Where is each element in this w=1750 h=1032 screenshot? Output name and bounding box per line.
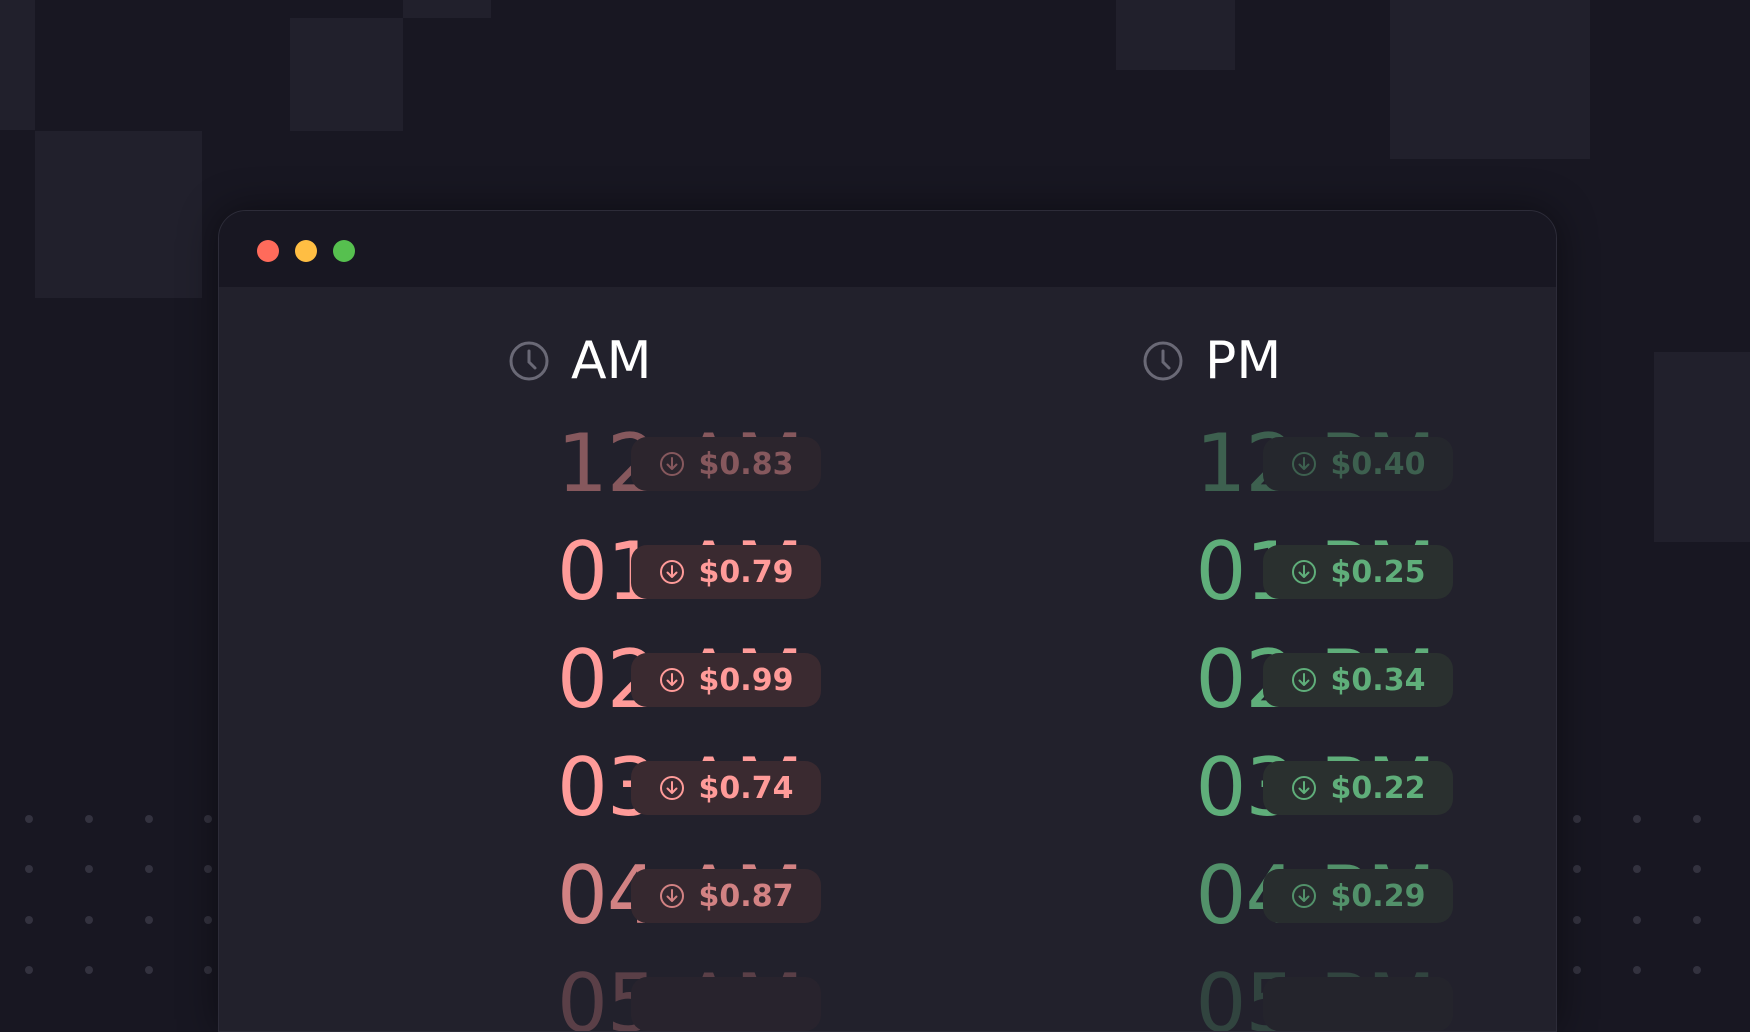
decorative-dot [1573,966,1581,974]
pm-time-row[interactable]: 12 PM $0.40 [219,410,1479,518]
decorative-dot [1573,916,1581,924]
decorative-dot [85,865,93,873]
decorative-dot [145,815,153,823]
download-circle-icon [1291,560,1316,584]
download-circle-icon [1291,776,1316,800]
decorative-dot [204,865,212,873]
maximize-button[interactable] [333,240,355,262]
close-button[interactable] [257,240,279,262]
decorative-dot [145,966,153,974]
decorative-dot [204,916,212,924]
download-circle-icon [1291,668,1316,692]
clock-icon [509,341,549,381]
price-pill[interactable]: $0.25 [1263,545,1453,599]
decorative-dot [25,815,33,823]
decorative-dot [1693,916,1701,924]
download-circle-icon [1291,884,1316,908]
decorative-dot [204,815,212,823]
pm-time-row[interactable]: 05 PM [219,950,1479,1031]
decorative-dot [1633,815,1641,823]
background-square [35,131,202,298]
decorative-dot [1633,916,1641,924]
am-column-title: AM [571,331,652,391]
decorative-dot [145,865,153,873]
decorative-dot [1693,815,1701,823]
decorative-dot [25,966,33,974]
download-circle-icon [1291,452,1316,476]
price-value: $0.34 [1330,662,1426,698]
decorative-dot [1573,865,1581,873]
pm-column-header: PM [1143,321,1281,401]
price-pill[interactable]: $0.34 [1263,653,1453,707]
decorative-dot [1693,966,1701,974]
price-pill[interactable] [1263,977,1453,1031]
pm-time-row[interactable]: 01 PM $0.25 [219,518,1479,626]
pm-time-row[interactable]: 04 PM $0.29 [219,842,1479,950]
decorative-dot [1573,815,1581,823]
price-value: $0.22 [1330,770,1426,806]
background-square [1654,352,1750,542]
decorative-dot [1633,865,1641,873]
decorative-dot [85,966,93,974]
decorative-dot [204,966,212,974]
price-value: $0.29 [1330,878,1426,914]
pm-column-title: PM [1205,331,1282,391]
decorative-dot [1693,865,1701,873]
app-window: AM PM 12 AM $0.83 01 AM $0.79 02 AM $0.9… [218,210,1557,1032]
decorative-dot [85,815,93,823]
title-bar [219,211,1556,287]
price-pill[interactable]: $0.29 [1263,869,1453,923]
decorative-dot [25,916,33,924]
decorative-dot [85,916,93,924]
am-column-header: AM [509,321,651,401]
decorative-dot [25,865,33,873]
price-pill[interactable]: $0.40 [1263,437,1453,491]
price-pill[interactable]: $0.22 [1263,761,1453,815]
background-square [0,0,35,130]
price-value: $0.25 [1330,554,1426,590]
price-value: $0.40 [1330,446,1426,482]
pm-time-row[interactable]: 02 PM $0.34 [219,626,1479,734]
decorative-dot [145,916,153,924]
background-square [1390,0,1590,159]
background-square [1116,0,1235,70]
background-square [290,18,403,131]
decorative-dot [1633,966,1641,974]
pm-time-row[interactable]: 03 PM $0.22 [219,734,1479,842]
clock-icon [1143,341,1183,381]
background-square [403,0,491,18]
minimize-button[interactable] [295,240,317,262]
